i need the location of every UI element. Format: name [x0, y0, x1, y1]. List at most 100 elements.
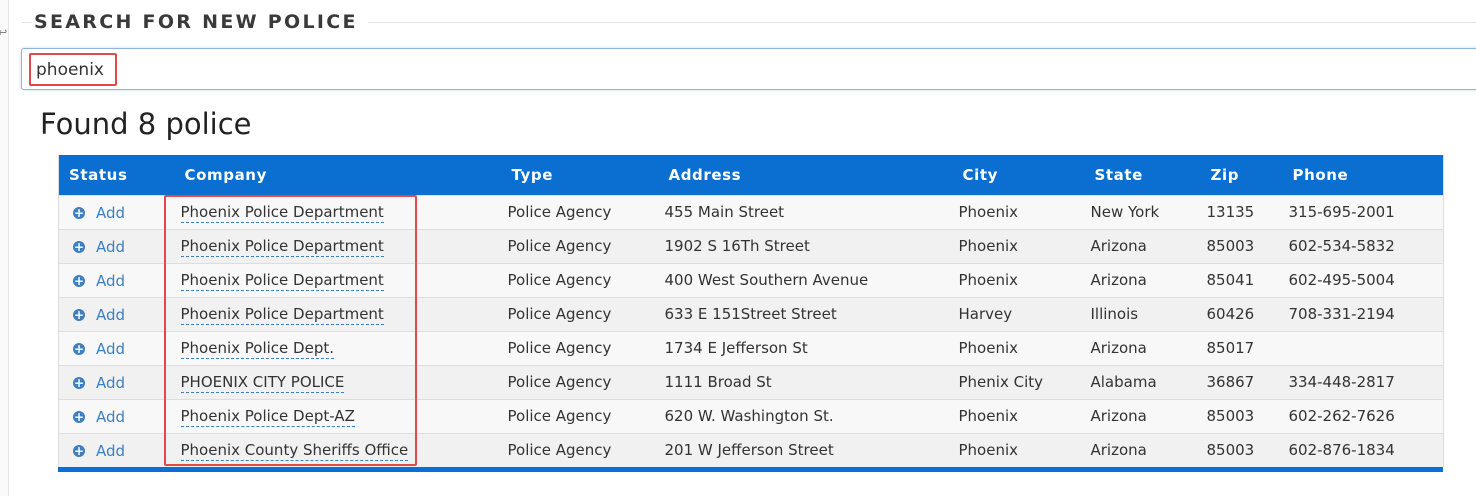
phone-cell — [1282, 330, 1444, 365]
status-cell: + Add — [58, 364, 175, 399]
add-button[interactable]: + Add — [73, 374, 125, 392]
column-header-type[interactable]: Type — [501, 155, 659, 195]
search-input[interactable] — [36, 57, 836, 83]
state-cell: Arizona — [1084, 432, 1201, 467]
table-row: + Add Phoenix County Sheriffs Office Police… — [58, 432, 1444, 467]
type-cell: Police Agency — [501, 228, 659, 263]
company-link[interactable]: Phoenix Police Dept. — [180, 339, 334, 359]
state-cell: Arizona — [1084, 330, 1201, 365]
status-cell: + Add — [58, 262, 175, 297]
status-cell: + Add — [58, 398, 175, 433]
type-cell: Police Agency — [501, 398, 659, 433]
type-cell: Police Agency — [501, 364, 659, 399]
table-body: + Add Phoenix Police Department Police Agen… — [58, 194, 1444, 467]
phone-cell: 602-534-5832 — [1282, 228, 1444, 263]
company-cell: Phoenix Police Department — [174, 262, 502, 297]
add-button[interactable]: + Add — [73, 238, 125, 256]
address-cell: 455 Main Street — [658, 194, 953, 229]
type-cell: Police Agency — [501, 432, 659, 467]
column-header-city[interactable]: City — [952, 155, 1085, 195]
city-cell: Phoenix — [952, 330, 1085, 365]
city-cell: Phoenix — [952, 432, 1085, 467]
state-cell: Alabama — [1084, 364, 1201, 399]
plus-circle-icon: + — [73, 273, 85, 288]
plus-circle-icon: + — [73, 375, 85, 390]
zip-cell: 85003 — [1200, 432, 1283, 467]
phone-cell: 602-262-7626 — [1282, 398, 1444, 433]
type-cell: Police Agency — [501, 194, 659, 229]
cursor-icon: ↩ — [0, 27, 8, 39]
add-button-label: Add — [96, 203, 126, 222]
column-header-status[interactable]: Status — [58, 155, 175, 195]
company-cell: Phoenix Police Dept-AZ — [174, 398, 502, 433]
column-header-company[interactable]: Company — [174, 155, 502, 195]
plus-circle-icon: + — [73, 409, 85, 424]
add-button[interactable]: + Add — [73, 204, 125, 222]
city-cell: Harvey — [952, 296, 1085, 331]
address-cell: 400 West Southern Avenue — [658, 262, 953, 297]
add-button[interactable]: + Add — [73, 272, 125, 290]
section-header: SEARCH FOR NEW POLICE — [22, 10, 1476, 36]
plus-circle-icon: + — [73, 341, 85, 356]
column-header-state[interactable]: State — [1084, 155, 1201, 195]
zip-cell: 85041 — [1200, 262, 1283, 297]
state-cell: Arizona — [1084, 262, 1201, 297]
company-link[interactable]: Phoenix Police Department — [180, 237, 384, 257]
table-row: + Add Phoenix Police Dept-AZ Police Agency 6… — [58, 398, 1444, 433]
column-header-address[interactable]: Address — [658, 155, 953, 195]
address-cell: 1111 Broad St — [658, 364, 953, 399]
page: ↩ SEARCH FOR NEW POLICE Found 8 police S… — [0, 0, 1476, 496]
status-cell: + Add — [58, 330, 175, 365]
add-button[interactable]: + Add — [73, 340, 125, 358]
status-cell: + Add — [58, 432, 175, 467]
table-row: + Add Phoenix Police Department Police Agen… — [58, 296, 1444, 331]
type-cell: Police Agency — [501, 262, 659, 297]
add-button[interactable]: + Add — [73, 306, 125, 324]
company-link[interactable]: Phoenix Police Dept-AZ — [180, 407, 355, 427]
search-box[interactable] — [21, 48, 1476, 90]
city-cell: Phoenix — [952, 194, 1085, 229]
address-cell: 1734 E Jefferson St — [658, 330, 953, 365]
state-cell: Illinois — [1084, 296, 1201, 331]
company-link[interactable]: Phoenix Police Department — [180, 271, 384, 291]
table-row: + Add Phoenix Police Department Police Agen… — [58, 228, 1444, 263]
zip-cell: 13135 — [1200, 194, 1283, 229]
company-cell: Phoenix Police Department — [174, 194, 502, 229]
phone-cell: 708-331-2194 — [1282, 296, 1444, 331]
plus-circle-icon: + — [73, 443, 85, 458]
status-cell: + Add — [58, 296, 175, 331]
add-button-label: Add — [96, 407, 126, 426]
type-cell: Police Agency — [501, 330, 659, 365]
company-link[interactable]: PHOENIX CITY POLICE — [180, 373, 345, 393]
add-button[interactable]: + Add — [73, 408, 125, 426]
table-header-row: Status Company Type Address City State Zip Phon… — [58, 155, 1444, 195]
add-button-label: Add — [96, 441, 126, 460]
company-link[interactable]: Phoenix County Sheriffs Office — [180, 441, 409, 462]
address-cell: 633 E 151Street Street — [658, 296, 953, 331]
column-header-zip[interactable]: Zip — [1200, 155, 1283, 195]
results-table-container: Status Company Type Address City State Zip Phon… — [58, 155, 1444, 472]
state-cell: Arizona — [1084, 398, 1201, 433]
state-cell: Arizona — [1084, 228, 1201, 263]
table-row: + Add PHOENIX CITY POLICE Police Agency 1111… — [58, 364, 1444, 399]
zip-cell: 85003 — [1200, 398, 1283, 433]
company-link[interactable]: Phoenix Police Department — [180, 203, 384, 223]
city-cell: Phoenix — [952, 262, 1085, 297]
status-cell: + Add — [58, 194, 175, 229]
add-button[interactable]: + Add — [73, 442, 125, 460]
phone-cell: 602-495-5004 — [1282, 262, 1444, 297]
plus-circle-icon: + — [73, 307, 85, 322]
company-link[interactable]: Phoenix Police Department — [180, 305, 384, 325]
table-row: + Add Phoenix Police Department Police Agen… — [58, 194, 1444, 229]
city-cell: Phoenix — [952, 228, 1085, 263]
address-cell: 620 W. Washington St. — [658, 398, 953, 433]
state-cell: New York — [1084, 194, 1201, 229]
status-cell: + Add — [58, 228, 175, 263]
phone-cell: 315-695-2001 — [1282, 194, 1444, 229]
address-cell: 201 W Jefferson Street — [658, 432, 953, 467]
phone-cell: 334-448-2817 — [1282, 364, 1444, 399]
section-title: SEARCH FOR NEW POLICE — [32, 10, 368, 34]
company-cell: Phoenix Police Department — [174, 296, 502, 331]
results-table: Status Company Type Address City State Zip Phon… — [58, 155, 1444, 467]
column-header-phone[interactable]: Phone — [1282, 155, 1444, 195]
